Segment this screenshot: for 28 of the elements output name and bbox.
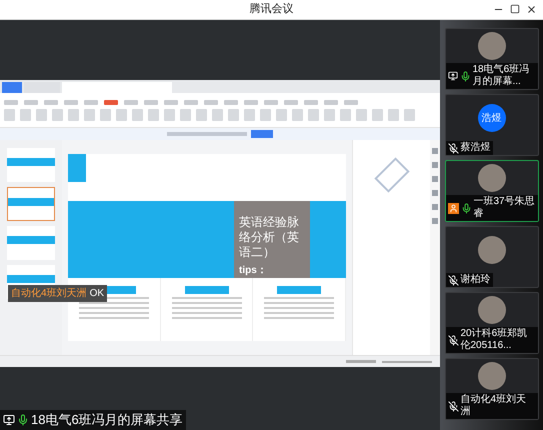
slide-title: 英语经验脉络分析（英语二） [239, 215, 300, 260]
participant-name: 谢柏玲 [460, 274, 490, 286]
notification-text: 自动化4班刘天洲 [11, 286, 87, 301]
avatar-placeholder [478, 32, 506, 60]
share-label-text: 18电气6班冯月的屏幕共享 [31, 411, 183, 430]
participant-name: 自动化4班刘天洲 [460, 394, 528, 418]
avatar-initials: 浩煜 [478, 104, 506, 132]
maximize-icon[interactable] [510, 4, 520, 14]
participant-tile[interactable]: 20计科6班郑凯伦205116... [444, 292, 538, 354]
slide-corner-shape [68, 154, 86, 182]
participant-tile[interactable]: 18电气6班冯月的屏幕... [444, 28, 538, 90]
avatar-placeholder [478, 296, 506, 324]
participant-tile[interactable]: 一班37号朱思睿 [444, 160, 538, 222]
avatar-placeholder [478, 362, 506, 390]
participant-name: 18电气6班冯月的屏幕... [472, 64, 530, 88]
slide-tips: tips： [239, 264, 268, 278]
participant-tile[interactable]: 谢柏玲 [444, 226, 538, 288]
participant-tile[interactable]: 自动化4班刘天洲 [444, 358, 538, 420]
participant-name: 一班37号朱思睿 [474, 196, 536, 220]
screen-share-icon [3, 414, 15, 426]
avatar-placeholder [478, 236, 506, 264]
participant-tile[interactable]: 浩煜 蔡浩煜 [444, 94, 538, 156]
avatar-placeholder [478, 164, 506, 192]
window-title: 腾讯会议 [250, 2, 294, 18]
participant-name: 蔡浩煜 [460, 142, 490, 154]
close-icon[interactable] [526, 4, 537, 15]
participant-name: 20计科6班郑凯伦205116... [460, 328, 528, 352]
ok-button[interactable]: OK [90, 286, 104, 301]
